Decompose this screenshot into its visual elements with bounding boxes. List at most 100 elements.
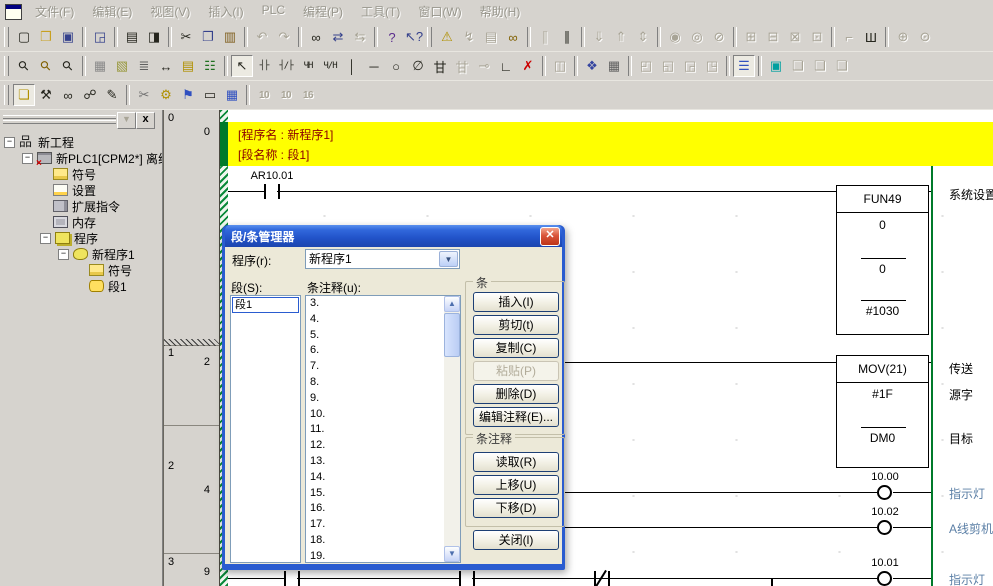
select-tool-button[interactable]: ↖ [231, 55, 253, 77]
rung-comment-item[interactable]: 5. [306, 328, 444, 344]
rung-comment-item[interactable]: 16. [306, 501, 444, 517]
scrollbar[interactable]: ▲ ▼ [444, 296, 460, 562]
tree-item-program1[interactable]: −新程序1 [2, 246, 162, 262]
rung-comment-item[interactable]: 10. [306, 407, 444, 423]
check-section-button[interactable]: ✂ [133, 84, 155, 106]
zoom-to-fit-button[interactable]: ⚲ [13, 55, 35, 77]
rung-comment-item[interactable]: 15. [306, 486, 444, 502]
move-down-button[interactable]: 下移(D) [473, 498, 559, 518]
output-coil[interactable] [877, 520, 892, 535]
contact-or-nc-button[interactable]: Ч/Н [319, 55, 341, 77]
copy-button[interactable]: ❐ [197, 26, 219, 48]
chevron-down-icon[interactable]: ▼ [439, 251, 458, 267]
print-button[interactable]: ▤ [121, 26, 143, 48]
read-button[interactable]: 读取(R) [473, 452, 559, 472]
zoom-in-button[interactable]: ⚲ [35, 55, 57, 77]
close-button[interactable]: 关闭(l) [473, 530, 559, 550]
help-button[interactable]: ? [381, 26, 403, 48]
tree-item-project[interactable]: −品新工程 [2, 134, 162, 150]
coil-no-button[interactable]: ○ [385, 55, 407, 77]
properties-button[interactable]: ✎ [101, 84, 123, 106]
rung-comment-item[interactable]: 13. [306, 454, 444, 470]
panel-close-icon[interactable]: x [136, 112, 155, 129]
dialog-title-bar[interactable]: 段/条管理器 ✕ [225, 225, 562, 247]
file-compare-button[interactable]: ◲ [89, 26, 111, 48]
mnemonic-view-button[interactable]: ▦ [603, 55, 625, 77]
rung-comment-item[interactable]: 19. [306, 549, 444, 563]
open-file-button[interactable]: ❒ [35, 26, 57, 48]
zoom-out-button[interactable]: ⚲ [57, 55, 79, 77]
memory-view-button[interactable]: ▦ [221, 84, 243, 106]
copy-button[interactable]: 复制(C) [473, 338, 559, 358]
horizontal-line-button[interactable]: ─ [363, 55, 385, 77]
insert-button[interactable]: 插入(I) [473, 292, 559, 312]
cut-button[interactable]: ✂ [175, 26, 197, 48]
tree-item-programs[interactable]: −程序 [2, 230, 162, 246]
contact-or-no-button[interactable]: ЧН [297, 55, 319, 77]
tree-item-program1-symbols[interactable]: 符号 [2, 262, 162, 278]
new-view-flag-button[interactable]: ⚑ [177, 84, 199, 106]
context-help-button[interactable]: ↖? [403, 26, 425, 48]
compile-all-check-button[interactable]: ∞ [502, 26, 524, 48]
tree-expander-icon[interactable]: − [4, 137, 15, 148]
tree-item-memory[interactable]: 内存 [2, 214, 162, 230]
rung-margin-cell[interactable] [164, 110, 219, 346]
toggle-grid-button[interactable]: ▦ [89, 55, 111, 77]
view-report-button[interactable]: ∞ [57, 84, 79, 106]
tree-item-section1[interactable]: 段1 [2, 278, 162, 294]
cross-reference-report-button[interactable]: ☍ [79, 84, 101, 106]
program-list-button[interactable]: ❖ [581, 55, 603, 77]
output-coil[interactable] [877, 485, 892, 500]
monitor-in-rung-button[interactable]: ▤ [177, 55, 199, 77]
contact-address[interactable]: AR10.01 [242, 170, 302, 182]
delete-button[interactable]: 删除(D) [473, 384, 559, 404]
tree-item-settings[interactable]: 设置 [2, 182, 162, 198]
symbol-tree-button[interactable]: ☷ [199, 55, 221, 77]
pause-button[interactable]: ∥ [556, 26, 578, 48]
section-list-item[interactable]: 段1 [232, 297, 299, 313]
pointer-tool-button[interactable]: ⚒ [35, 84, 57, 106]
program-select[interactable]: 新程序1 ▼ [305, 249, 460, 269]
line-connect-button[interactable]: ∟ [495, 55, 517, 77]
compile-check-button[interactable]: ⚠ [436, 26, 458, 48]
tree-item-expansion-instructions[interactable]: 扩展指令 [2, 198, 162, 214]
tree-item-symbols[interactable]: 符号 [2, 166, 162, 182]
rung-comment-item[interactable]: 3. [306, 296, 444, 312]
rung-comment-item[interactable]: 18. [306, 533, 444, 549]
rung-comment-item[interactable]: 9. [306, 391, 444, 407]
find-button[interactable]: ∞ [305, 26, 327, 48]
tree-expander-icon[interactable]: − [58, 249, 69, 260]
scrollbar-thumb[interactable] [444, 313, 460, 357]
output-coil[interactable] [877, 571, 892, 586]
rung-margin-cell[interactable] [164, 425, 219, 554]
contact-no-button[interactable]: ┤├ [253, 55, 275, 77]
vertical-line-button[interactable]: │ [341, 55, 363, 77]
coil-nc-button[interactable]: ∅ [407, 55, 429, 77]
rung-comment-item[interactable]: 11. [306, 422, 444, 438]
symbol-table-button[interactable]: ☰ [733, 55, 755, 77]
time-chart-monitor-button[interactable]: Ш [860, 26, 882, 48]
show-comment-list-button[interactable]: ≣ [133, 55, 155, 77]
section-listbox[interactable]: 段1 [230, 295, 301, 563]
rung-comment-item[interactable]: 14. [306, 470, 444, 486]
paste-button[interactable]: ▥ [219, 26, 241, 48]
save-file-button[interactable]: ▣ [57, 26, 79, 48]
edit-comment-button[interactable]: 编辑注释(E)... [473, 407, 559, 427]
new-file-button[interactable]: ▢ [13, 26, 35, 48]
move-up-button[interactable]: 上移(U) [473, 475, 559, 495]
cut-button[interactable]: 剪切(t) [473, 315, 559, 335]
new-instruction-button[interactable]: 甘 [429, 55, 451, 77]
rung-comment-listbox[interactable]: 3.4.5.6.7.8.9.10.11.12.13.14.15.16.17.18… [305, 295, 461, 563]
print-preview-button[interactable]: ◨ [143, 26, 165, 48]
tree-item-plc[interactable]: −新PLC1[CPM2*] 离线 [2, 150, 162, 166]
workspace-toggle-button[interactable]: ❏ [13, 84, 35, 106]
options-button[interactable]: ⚙ [155, 84, 177, 106]
section-banner[interactable]: [程序名 : 新程序1] [段名称 : 段1] [228, 122, 993, 166]
output-window-button[interactable]: ▭ [199, 84, 221, 106]
rung-comment-item[interactable]: 17. [306, 517, 444, 533]
rung-comment-item[interactable]: 6. [306, 343, 444, 359]
rung-comment-item[interactable]: 4. [306, 312, 444, 328]
scroll-up-icon[interactable]: ▲ [444, 296, 460, 312]
instruction-block-mov[interactable]: MOV(21) #1F DM0 [836, 355, 929, 468]
line-delete-button[interactable]: ✗ [517, 55, 539, 77]
